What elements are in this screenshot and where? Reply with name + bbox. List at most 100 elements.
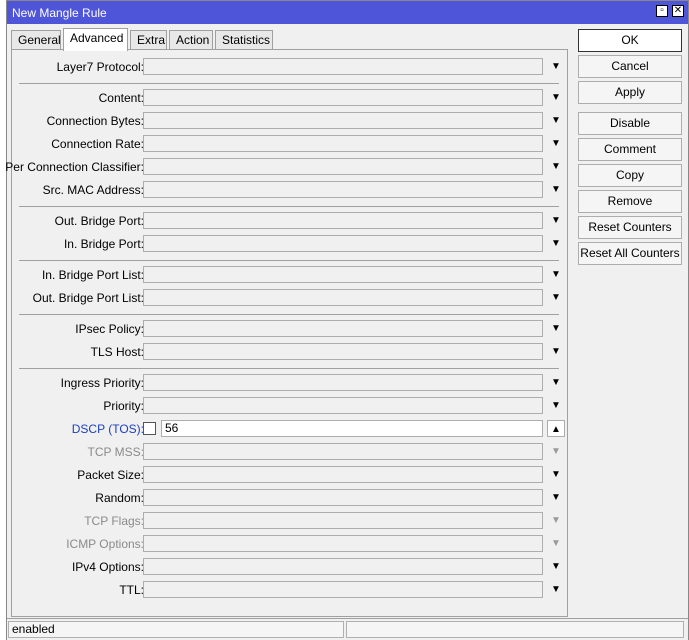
divider (19, 206, 559, 207)
layer7-protocol-label: Layer7 Protocol: (56, 60, 144, 74)
dscp-tos-input[interactable]: 56 (161, 420, 543, 437)
ipsec-policy-label: IPsec Policy: (75, 322, 144, 336)
advanced-panel: Layer7 Protocol: ▼ Content: ▼ Connection… (5, 49, 568, 617)
layer7-protocol-input[interactable] (143, 58, 543, 75)
dropdown-arrow-icon[interactable]: ▼ (547, 158, 565, 175)
priority-label: Priority: (103, 399, 144, 413)
connection-rate-input[interactable] (143, 135, 543, 152)
content-label: Content: (98, 91, 144, 105)
apply-button[interactable]: Apply (578, 81, 682, 104)
dropdown-arrow-icon[interactable]: ▼ (547, 89, 565, 106)
tab-general[interactable]: General (11, 30, 61, 50)
content-input[interactable] (143, 89, 543, 106)
per-connection-classifier-row: Per Connection Classifier: ▼ (5, 157, 568, 177)
src-mac-address-input[interactable] (143, 181, 543, 198)
tls-host-row: TLS Host: ▼ (12, 342, 568, 362)
dropdown-arrow-icon[interactable]: ▼ (547, 289, 565, 306)
dropdown-arrow-icon[interactable]: ▼ (547, 466, 565, 483)
dscp-tos-label: DSCP (TOS): (71, 422, 144, 436)
divider (19, 83, 559, 84)
packet-size-label: Packet Size: (77, 468, 144, 482)
dropdown-arrow-icon[interactable]: ▼ (547, 581, 565, 598)
random-label: Random: (95, 491, 144, 505)
ipsec-policy-input[interactable] (143, 320, 543, 337)
reset-counters-button[interactable]: Reset Counters (578, 216, 682, 239)
ingress-priority-label: Ingress Priority: (60, 376, 144, 390)
per-connection-classifier-input[interactable] (143, 158, 543, 175)
dropdown-arrow-icon[interactable]: ▼ (547, 558, 565, 575)
random-row: Random: ▼ (12, 488, 568, 508)
packet-size-row: Packet Size: ▼ (12, 465, 568, 485)
tab-advanced[interactable]: Advanced (63, 28, 128, 51)
close-icon[interactable]: ✕ (672, 5, 684, 17)
tls-host-input[interactable] (143, 343, 543, 360)
tab-statistics[interactable]: Statistics (215, 30, 273, 50)
comment-button[interactable]: Comment (578, 138, 682, 161)
dropdown-arrow-icon[interactable]: ▼ (547, 397, 565, 414)
tls-host-label: TLS Host: (90, 345, 144, 359)
status-extra (346, 621, 684, 638)
spinner-up-icon[interactable]: ▲ (547, 420, 565, 437)
cancel-button[interactable]: Cancel (578, 55, 682, 78)
out-bridge-port-row: Out. Bridge Port: ▼ (12, 211, 568, 231)
dropdown-arrow-icon[interactable]: ▼ (547, 374, 565, 391)
dropdown-arrow-icon: ▼ (551, 538, 561, 549)
tab-action[interactable]: Action (169, 30, 213, 50)
dropdown-arrow-icon[interactable]: ▼ (547, 266, 565, 283)
priority-row: Priority: ▼ (12, 396, 568, 416)
content-row: Content: ▼ (12, 88, 568, 108)
priority-input[interactable] (143, 397, 543, 414)
packet-size-input[interactable] (143, 466, 543, 483)
icmp-options-row: ICMP Options: ▼ (12, 534, 568, 554)
copy-button[interactable]: Copy (578, 164, 682, 187)
disable-button[interactable]: Disable (578, 112, 682, 135)
ingress-priority-row: Ingress Priority: ▼ (12, 373, 568, 393)
status-bar: enabled (7, 618, 688, 640)
connection-bytes-input[interactable] (143, 112, 543, 129)
dscp-negate-checkbox[interactable] (143, 422, 156, 435)
tcp-mss-label: TCP MSS: (87, 445, 144, 459)
out-bridge-port-input[interactable] (143, 212, 543, 229)
per-connection-classifier-label: Per Connection Classifier: (5, 160, 144, 174)
dropdown-arrow-icon[interactable]: ▼ (547, 181, 565, 198)
icmp-options-input (143, 535, 543, 552)
in-bridge-port-input[interactable] (143, 235, 543, 252)
dropdown-arrow-icon[interactable]: ▼ (547, 320, 565, 337)
reset-all-counters-button[interactable]: Reset All Counters (578, 242, 682, 265)
window-title: New Mangle Rule (12, 6, 107, 20)
ipv4-options-row: IPv4 Options: ▼ (12, 557, 568, 577)
tcp-flags-input (143, 512, 543, 529)
in-bridge-port-list-row: In. Bridge Port List: ▼ (12, 265, 568, 285)
in-bridge-port-list-input[interactable] (143, 266, 543, 283)
ipv4-options-input[interactable] (143, 558, 543, 575)
divider (19, 260, 559, 261)
connection-bytes-label: Connection Bytes: (46, 114, 144, 128)
status-state: enabled (8, 621, 344, 638)
dropdown-arrow-icon[interactable]: ▼ (547, 112, 565, 129)
tcp-mss-input (143, 443, 543, 460)
dropdown-arrow-icon[interactable]: ▼ (547, 135, 565, 152)
ttl-input[interactable] (143, 581, 543, 598)
dropdown-arrow-icon[interactable]: ▼ (547, 489, 565, 506)
tab-extra[interactable]: Extra (130, 30, 167, 50)
in-bridge-port-list-label: In. Bridge Port List: (41, 268, 144, 282)
random-input[interactable] (143, 489, 543, 506)
connection-rate-label: Connection Rate: (51, 137, 144, 151)
dropdown-arrow-icon[interactable]: ▼ (547, 212, 565, 229)
connection-bytes-row: Connection Bytes: ▼ (12, 111, 568, 131)
dropdown-arrow-icon[interactable]: ▼ (547, 343, 565, 360)
dropdown-arrow-icon: ▼ (551, 446, 561, 457)
tcp-mss-row: TCP MSS: ▼ (12, 442, 568, 462)
out-bridge-port-list-label: Out. Bridge Port List: (32, 291, 144, 305)
ingress-priority-input[interactable] (143, 374, 543, 391)
ok-button[interactable]: OK (578, 29, 682, 52)
layer7-protocol-row: Layer7 Protocol: ▼ (12, 57, 568, 77)
dropdown-arrow-icon[interactable]: ▼ (547, 58, 565, 75)
ttl-label: TTL: (119, 583, 144, 597)
src-mac-address-label: Src. MAC Address: (42, 183, 144, 197)
out-bridge-port-list-input[interactable] (143, 289, 543, 306)
dropdown-arrow-icon[interactable]: ▼ (547, 235, 565, 252)
maximize-icon[interactable]: ▫ (656, 5, 668, 17)
ipv4-options-label: IPv4 Options: (71, 560, 144, 574)
remove-button[interactable]: Remove (578, 190, 682, 213)
